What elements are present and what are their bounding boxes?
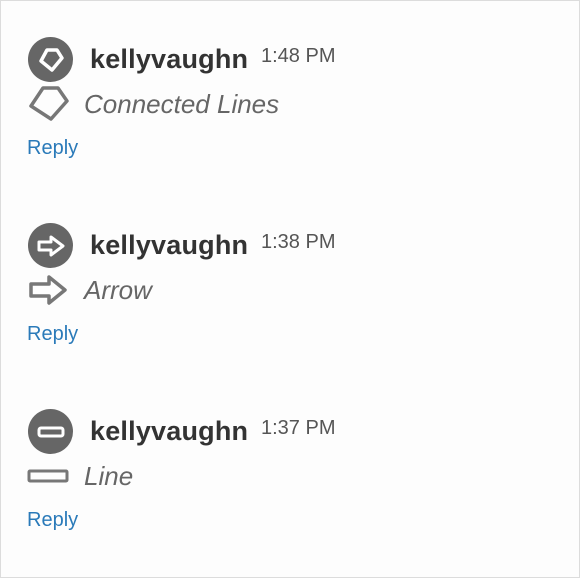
comment-username[interactable]: kellyvaughn [90,230,248,261]
comment-text: Connected Lines [84,89,280,119]
comment-text: Line [84,461,134,491]
line-icon [27,458,69,494]
connected-lines-icon [27,86,69,122]
arrow-icon [27,272,69,308]
comment-username[interactable]: kellyvaughn [90,44,248,75]
comment-timestamp: 1:38 PM [261,231,336,253]
line-icon [37,426,64,437]
comment-timestamp: 1:48 PM [261,45,336,67]
connected-lines-icon [38,47,64,72]
avatar[interactable] [28,409,73,454]
reply-link[interactable]: Reply [27,509,78,532]
reply-link[interactable]: Reply [27,323,78,346]
comments-panel: kellyvaughn 1:48 PM Connected Lines Repl… [0,0,580,578]
comment-username[interactable]: kellyvaughn [90,416,248,447]
avatar[interactable] [28,223,73,268]
comment-text: Arrow [84,275,152,305]
avatar[interactable] [28,37,73,82]
reply-link[interactable]: Reply [27,137,78,160]
comment-timestamp: 1:37 PM [261,417,336,439]
arrow-icon [37,235,64,256]
